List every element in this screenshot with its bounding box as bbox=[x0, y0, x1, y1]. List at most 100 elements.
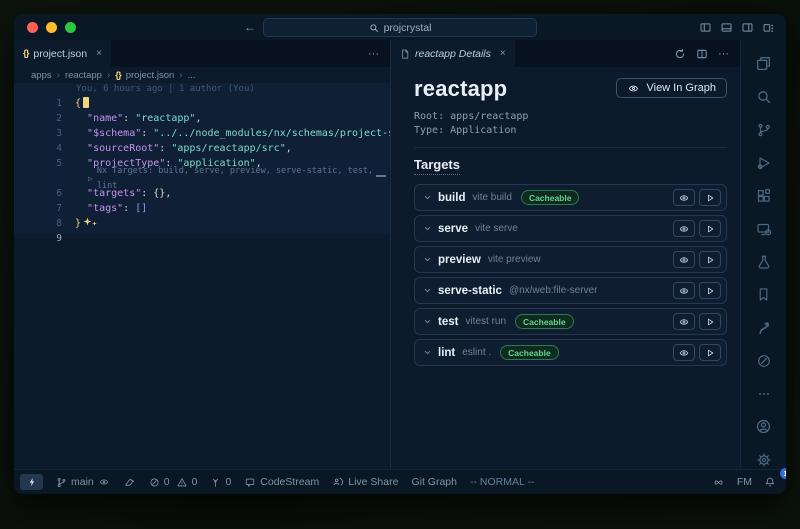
run-target-button[interactable] bbox=[699, 313, 721, 330]
vscode-window: ← → projcrystal {} project.json × bbox=[14, 14, 786, 494]
editor-group: {} project.json × ··· apps › reactapp › … bbox=[14, 40, 390, 469]
details-tabstrip: reactapp Details × ··· bbox=[391, 40, 740, 67]
breadcrumb-item-reactapp[interactable]: reactapp bbox=[65, 70, 102, 81]
explorer-icon[interactable] bbox=[741, 47, 786, 80]
view-in-graph-button[interactable]: View In Graph bbox=[616, 78, 727, 98]
target-row-build[interactable]: build vite build Cacheable bbox=[414, 184, 727, 211]
run-target-button[interactable] bbox=[699, 251, 721, 268]
broadcast-item[interactable]: 0 bbox=[210, 476, 231, 488]
remote-lightning-icon[interactable] bbox=[20, 474, 43, 490]
view-target-button[interactable] bbox=[673, 344, 695, 361]
line-number: 5 bbox=[14, 156, 75, 171]
tab-project-json[interactable]: {} project.json × bbox=[14, 40, 111, 67]
target-row-lint[interactable]: lint eslint . Cacheable bbox=[414, 339, 727, 366]
codestream-item[interactable]: CodeStream bbox=[244, 476, 319, 488]
nx-console-icon[interactable] bbox=[741, 311, 786, 344]
more-views-icon[interactable] bbox=[741, 377, 786, 410]
root-label: Root: bbox=[414, 111, 444, 122]
run-debug-icon[interactable] bbox=[741, 146, 786, 179]
bird-indicator-icon[interactable] bbox=[123, 477, 136, 488]
eye-icon[interactable] bbox=[98, 477, 110, 487]
view-target-button[interactable] bbox=[673, 220, 695, 237]
customize-layout-icon[interactable] bbox=[762, 21, 775, 34]
test-beaker-icon[interactable] bbox=[741, 245, 786, 278]
liveshare-item[interactable]: Live Share bbox=[332, 476, 398, 488]
target-row-test[interactable]: test vitest run Cacheable bbox=[414, 308, 727, 335]
tab-label: project.json bbox=[33, 48, 87, 60]
code-line-1: 1 { bbox=[14, 96, 390, 111]
chevron-down-icon[interactable] bbox=[423, 286, 432, 295]
line-number: 3 bbox=[14, 126, 75, 141]
eye-icon bbox=[627, 83, 640, 94]
code-line-4: 4 "sourceRoot": "apps/reactapp/src", bbox=[14, 141, 390, 156]
breadcrumb-item-project-json[interactable]: project.json bbox=[126, 70, 175, 81]
split-editor-icon[interactable] bbox=[696, 48, 708, 60]
view-target-button[interactable] bbox=[673, 313, 695, 330]
cacheable-badge: Cacheable bbox=[500, 345, 559, 360]
settings-gear-icon[interactable]: 1 bbox=[741, 443, 786, 476]
fm-indicator[interactable]: FM bbox=[737, 476, 752, 488]
nx-targets-codelens[interactable]: ▷ Nx Targets: build, serve, preview, ser… bbox=[14, 171, 390, 186]
line-number: 1 bbox=[14, 96, 75, 111]
toggle-panel-icon[interactable] bbox=[720, 21, 733, 34]
run-target-button[interactable] bbox=[699, 220, 721, 237]
run-target-button[interactable] bbox=[699, 189, 721, 206]
minimize-window-button[interactable] bbox=[46, 22, 57, 33]
refresh-icon[interactable] bbox=[674, 48, 686, 60]
extensions-icon[interactable] bbox=[741, 179, 786, 212]
vim-mode-indicator: -- NORMAL -- bbox=[470, 476, 534, 488]
view-target-button[interactable] bbox=[673, 282, 695, 299]
target-row-preview[interactable]: preview vite preview bbox=[414, 246, 727, 273]
git-branch-item[interactable]: main bbox=[56, 476, 110, 488]
warnings-icon bbox=[176, 477, 188, 488]
ai-sparkle-icon[interactable] bbox=[83, 217, 97, 226]
line-number: 8 bbox=[14, 216, 75, 231]
toggle-primary-sidebar-icon[interactable] bbox=[699, 21, 712, 34]
play-icon: ▷ bbox=[88, 171, 93, 186]
view-target-button[interactable] bbox=[673, 189, 695, 206]
titlebar: ← → projcrystal bbox=[14, 14, 786, 40]
git-graph-item[interactable]: Git Graph bbox=[411, 476, 457, 488]
run-target-button[interactable] bbox=[699, 282, 721, 299]
target-row-serve-static[interactable]: serve-static @nx/web:file-server bbox=[414, 277, 727, 304]
run-target-button[interactable] bbox=[699, 344, 721, 361]
divider bbox=[414, 147, 727, 148]
account-icon[interactable] bbox=[741, 410, 786, 443]
breadcrumb-item-symbol[interactable]: ... bbox=[188, 70, 196, 81]
chevron-down-icon[interactable] bbox=[423, 348, 432, 357]
toggle-secondary-sidebar-icon[interactable] bbox=[741, 21, 754, 34]
codestream-icon bbox=[244, 477, 256, 488]
target-row-serve[interactable]: serve vite serve bbox=[414, 215, 727, 242]
command-center-search[interactable]: projcrystal bbox=[263, 18, 537, 37]
project-details-view: reactapp View In Graph Root: apps/reacta… bbox=[391, 67, 740, 469]
bookmark-icon[interactable] bbox=[741, 278, 786, 311]
copilot-icon[interactable] bbox=[712, 477, 725, 488]
remote-explorer-icon[interactable] bbox=[741, 212, 786, 245]
search-icon[interactable] bbox=[741, 80, 786, 113]
back-arrow-button[interactable]: ← bbox=[244, 20, 256, 34]
problems-item[interactable]: 0 0 bbox=[149, 476, 198, 488]
chevron-down-icon[interactable] bbox=[423, 193, 432, 202]
code-editor[interactable]: You, 6 hours ago | 1 author (You) 1 { 2 … bbox=[14, 83, 390, 469]
type-label: Type: bbox=[414, 125, 444, 136]
editor-tabstrip: {} project.json × ··· bbox=[14, 40, 390, 67]
json-file-icon: {} bbox=[115, 70, 120, 81]
notifications-bell-icon[interactable] bbox=[764, 476, 776, 488]
chevron-down-icon[interactable] bbox=[423, 317, 432, 326]
close-tab-icon[interactable]: × bbox=[96, 48, 102, 59]
json-file-icon: {} bbox=[23, 48, 28, 59]
tab-reactapp-details[interactable]: reactapp Details × bbox=[391, 40, 515, 67]
more-actions-icon[interactable]: ··· bbox=[718, 48, 729, 60]
close-window-button[interactable] bbox=[27, 22, 38, 33]
gitlens-icon[interactable] bbox=[741, 344, 786, 377]
zoom-window-button[interactable] bbox=[65, 22, 76, 33]
more-actions-icon[interactable]: ··· bbox=[368, 48, 379, 60]
status-right: FM bbox=[712, 476, 776, 488]
breadcrumb-item-apps[interactable]: apps bbox=[31, 70, 52, 81]
cacheable-badge: Cacheable bbox=[521, 190, 580, 205]
view-target-button[interactable] bbox=[673, 251, 695, 268]
close-tab-icon[interactable]: × bbox=[500, 48, 506, 59]
source-control-icon[interactable] bbox=[741, 113, 786, 146]
chevron-down-icon[interactable] bbox=[423, 224, 432, 233]
chevron-down-icon[interactable] bbox=[423, 255, 432, 264]
